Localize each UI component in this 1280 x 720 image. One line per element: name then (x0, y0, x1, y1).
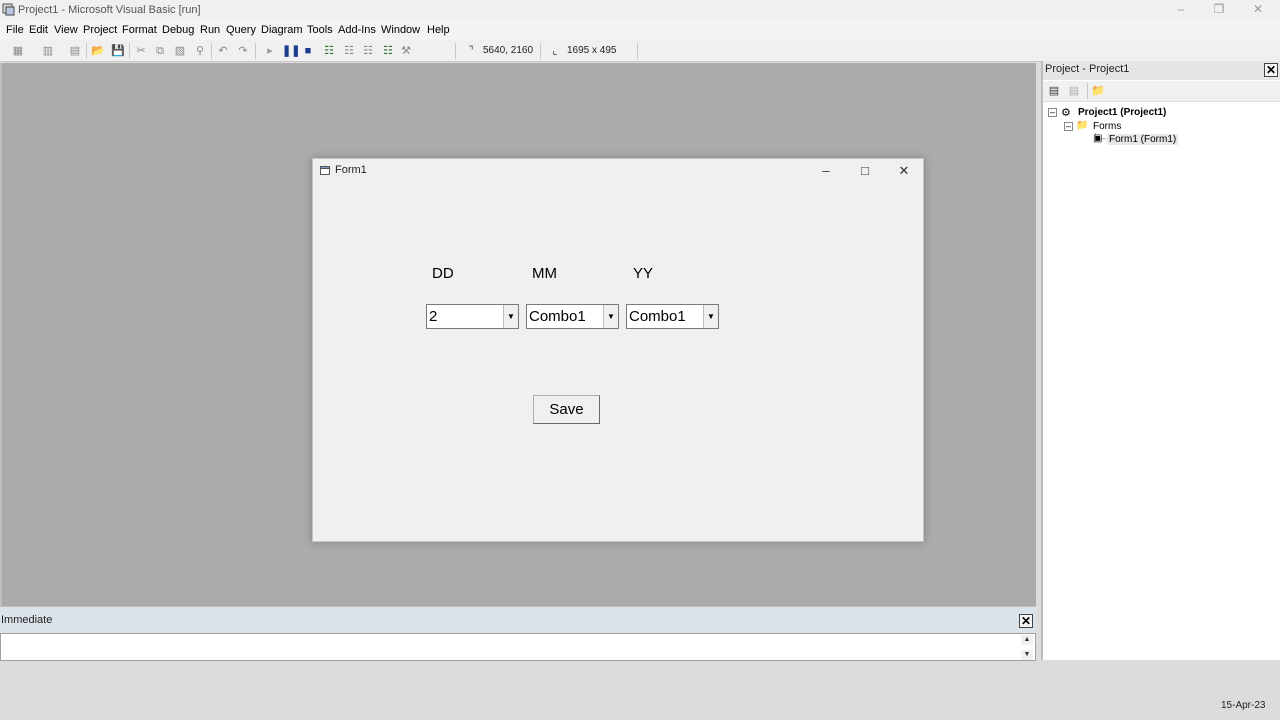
object-browser-icon[interactable]: ☷ (380, 43, 396, 59)
find-icon[interactable]: ⚲ (192, 43, 208, 59)
label-mm: MM (532, 265, 557, 282)
scroll-down-icon[interactable]: ▼ (1021, 650, 1033, 660)
collapse-project-icon[interactable]: – (1048, 108, 1057, 117)
menu-edit[interactable]: Edit (29, 24, 48, 36)
menu-view[interactable]: View (54, 24, 78, 36)
menu-tools[interactable]: Tools (307, 24, 333, 36)
standard-toolbar: ▦ ▥ ▤ 📂 💾 ✂ ⧉ ▧ ⚲ ↶ ↷ ▸ ❚❚ ■ ☷ ☷ ☷ ☷ ⚒ ⌝… (0, 40, 1280, 62)
chevron-down-icon[interactable]: ▼ (603, 305, 618, 328)
combo-dd-value[interactable]: 2 (429, 308, 437, 325)
position-icon: ⌝ (468, 45, 474, 57)
label-dd: DD (432, 265, 454, 282)
collapse-forms-icon[interactable]: – (1064, 122, 1073, 131)
form-size-readout: 1695 x 495 (567, 45, 617, 56)
tree-forms-folder[interactable]: Forms (1093, 121, 1121, 132)
form-position-readout: 5640, 2160 (483, 45, 534, 56)
form1-title: Form1 (335, 164, 367, 176)
immediate-close-button[interactable]: ✕ (1019, 614, 1033, 628)
menu-bar: File Edit View Project Format Debug Run … (0, 20, 1280, 40)
immediate-window: Immediate ✕ ▲ ▼ (0, 606, 1036, 661)
menu-diagram[interactable]: Diagram (261, 24, 303, 36)
app-minimize-button[interactable]: – (1161, 1, 1201, 19)
project-explorer-panel: Project - Project1 ✕ ▤ ▤ 📁 – ⚙ Project1 … (1041, 61, 1280, 660)
form-close-button[interactable]: ✕ (885, 160, 923, 182)
menu-file[interactable]: File (6, 24, 24, 36)
project-explorer-icon[interactable]: ☷ (321, 43, 337, 59)
toggle-folders-icon[interactable]: 📁 (1090, 83, 1106, 99)
menu-help[interactable]: Help (427, 24, 450, 36)
open-project-icon[interactable]: 📂 (90, 43, 106, 59)
label-yy: YY (633, 265, 654, 282)
combo-dd[interactable]: 2 ▼ (426, 304, 519, 329)
properties-window-icon[interactable]: ☷ (341, 43, 357, 59)
tree-form1-item[interactable]: Form1 (Form1) (1107, 134, 1179, 145)
save-button[interactable]: Save (533, 395, 600, 424)
menu-format[interactable]: Format (122, 24, 157, 36)
folder-icon: 📁 (1076, 120, 1089, 131)
form1-window: Form1 – □ ✕ DD MM YY 2 ▼ Combo1 ▼ Combo1… (312, 158, 924, 542)
size-icon: ⌞ (552, 45, 558, 57)
form1-titlebar: Form1 – □ ✕ (313, 159, 923, 183)
tree-project-node[interactable]: Project1 (Project1) (1078, 107, 1166, 118)
add-form-icon[interactable]: ▥ (40, 43, 56, 59)
menu-query[interactable]: Query (226, 24, 256, 36)
form-minimize-button[interactable]: – (807, 160, 845, 182)
menu-project[interactable]: Project (83, 24, 117, 36)
immediate-title: Immediate (1, 614, 53, 626)
vb-app-icon (2, 3, 15, 16)
immediate-input[interactable]: ▲ ▼ (0, 633, 1036, 661)
app-titlebar: Project1 - Microsoft Visual Basic [run] … (0, 0, 1280, 20)
paste-icon[interactable]: ▧ (172, 43, 188, 59)
immediate-titlebar: Immediate ✕ (0, 607, 1036, 633)
combo-mm-value[interactable]: Combo1 (529, 308, 586, 325)
start-icon[interactable]: ▸ (262, 43, 278, 59)
app-restore-button[interactable]: ❐ (1199, 1, 1239, 19)
project-explorer-toolbar: ▤ ▤ 📁 (1043, 81, 1280, 102)
project-node-icon: ⚙ (1061, 107, 1071, 119)
break-icon[interactable]: ❚❚ (282, 43, 300, 59)
undo-icon[interactable]: ↶ (215, 43, 231, 59)
project-explorer-title: Project - Project1 (1045, 63, 1130, 75)
form-maximize-button[interactable]: □ (846, 160, 884, 182)
view-code-icon[interactable]: ▤ (1046, 83, 1062, 99)
form-node-icon: ▣ (1093, 133, 1103, 144)
menu-debug[interactable]: Debug (162, 24, 194, 36)
app-close-button[interactable]: ✕ (1238, 1, 1278, 19)
app-title: Project1 - Microsoft Visual Basic [run] (18, 4, 201, 16)
chevron-down-icon[interactable]: ▼ (703, 305, 718, 328)
menu-run[interactable]: Run (200, 24, 220, 36)
cut-icon[interactable]: ✂ (133, 43, 149, 59)
save-project-icon[interactable]: 💾 (110, 43, 126, 59)
form-icon (320, 166, 330, 175)
menu-add-ins[interactable]: Add-Ins (338, 24, 376, 36)
combo-yy[interactable]: Combo1 ▼ (626, 304, 719, 329)
project-explorer-titlebar: Project - Project1 ✕ (1043, 61, 1280, 80)
project-explorer-close-button[interactable]: ✕ (1264, 63, 1278, 77)
view-object-icon[interactable]: ▤ (1066, 83, 1082, 99)
add-project-icon[interactable]: ▦ (10, 43, 26, 59)
copy-icon[interactable]: ⧉ (152, 43, 168, 59)
form-layout-icon[interactable]: ☷ (360, 43, 376, 59)
menu-editor-icon[interactable]: ▤ (67, 43, 83, 59)
end-icon[interactable]: ■ (300, 43, 316, 59)
menu-window[interactable]: Window (381, 24, 420, 36)
combo-yy-value[interactable]: Combo1 (629, 308, 686, 325)
redo-icon[interactable]: ↷ (235, 43, 251, 59)
combo-mm[interactable]: Combo1 ▼ (526, 304, 619, 329)
status-date: 15-Apr-23 (1221, 700, 1266, 711)
toolbox-icon[interactable]: ⚒ (398, 43, 414, 59)
chevron-down-icon[interactable]: ▼ (503, 305, 518, 328)
scroll-up-icon[interactable]: ▲ (1021, 635, 1033, 645)
